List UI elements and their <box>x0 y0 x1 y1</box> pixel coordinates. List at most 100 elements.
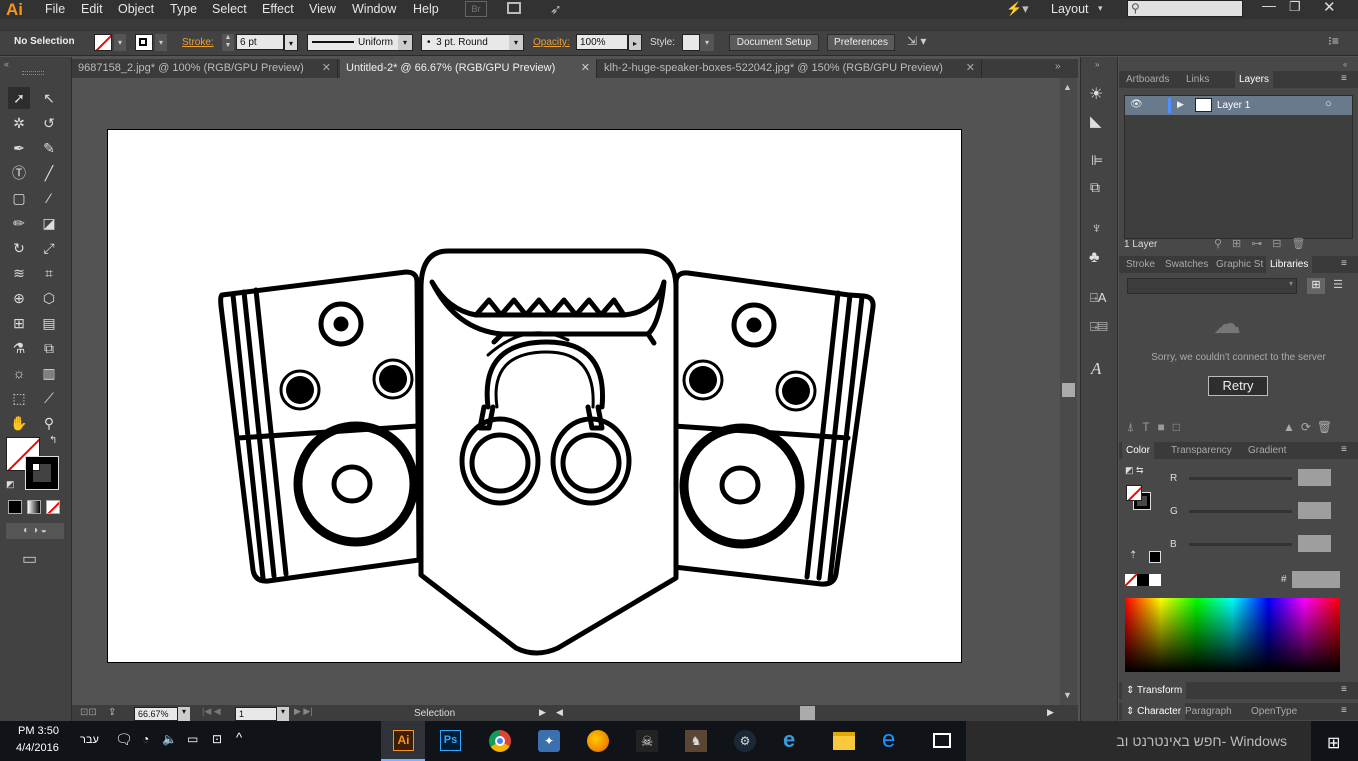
expand-triangle-icon[interactable]: ▶ <box>1177 99 1184 110</box>
bridge-button[interactable]: Br <box>465 1 487 17</box>
layer-row[interactable]: 👁 ▶ Layer 1 ○ <box>1125 96 1352 115</box>
zoom-field[interactable]: 66.67% <box>134 707 178 721</box>
horizontal-scroll-thumb[interactable] <box>800 706 815 720</box>
panel-menu-icon[interactable]: ≡ <box>1341 705 1347 716</box>
status-menu-icon[interactable]: ▶ <box>539 707 546 718</box>
control-panel-menu-icon[interactable]: ⁝≡ <box>1328 34 1339 48</box>
tab-transform[interactable]: ⇕ Transform <box>1122 682 1187 699</box>
tab-libraries[interactable]: Libraries <box>1266 256 1313 273</box>
paragraph-style-icon[interactable]: ⍈▤ <box>1090 319 1108 335</box>
game-skull-icon[interactable]: ☠ <box>636 730 658 752</box>
restore-icon[interactable]: ❐ <box>1289 0 1301 15</box>
screen-mode-icon[interactable]: ▭ <box>22 549 37 569</box>
tab-opentype[interactable]: OpenType <box>1247 703 1301 720</box>
default-colors-icon[interactable]: ◩ <box>6 479 15 490</box>
tab-links[interactable]: Links <box>1182 71 1213 88</box>
slice-tool-icon[interactable]: ⟋ <box>38 387 60 409</box>
tools-grip[interactable] <box>22 71 44 75</box>
stroke-weight-stepper[interactable]: ▲ ▼ <box>222 34 234 51</box>
align-icon[interactable]: ⊫ <box>1091 152 1103 169</box>
search-input[interactable]: ⚲ <box>1127 0 1243 17</box>
vertical-scrollbar[interactable]: ▲ ▼ <box>1060 78 1077 705</box>
chevron-down-icon[interactable]: ▾ <box>1098 3 1103 14</box>
grid-view-icon[interactable]: ⊞ <box>1307 278 1325 294</box>
collapse-icon[interactable]: « <box>4 59 9 69</box>
panel-menu-icon[interactable]: ≡ <box>1341 258 1347 269</box>
graphic-style-swatch[interactable] <box>682 34 700 51</box>
arrange-icon[interactable]: ⇲ ▾ <box>907 34 926 48</box>
chrome-icon[interactable] <box>489 730 511 752</box>
scale-tool-icon[interactable]: ⤢ <box>38 237 60 259</box>
game-character-icon[interactable]: ♞ <box>685 730 707 752</box>
none-swatch[interactable] <box>1125 574 1137 586</box>
tab-klh-speaker[interactable]: klh-2-huge-speaker-boxes-522042.jpg* @ 1… <box>598 59 982 78</box>
menu-help[interactable]: Help <box>413 2 439 16</box>
vertical-scroll-thumb[interactable] <box>1062 383 1075 397</box>
fill-dropdown[interactable]: ▾ <box>114 34 126 51</box>
artboard-dropdown[interactable]: ▾ <box>277 707 289 721</box>
steam-icon[interactable]: ⚙ <box>734 730 756 752</box>
edge-icon[interactable]: e <box>882 726 895 754</box>
opacity-label[interactable]: Opacity: <box>533 37 570 48</box>
tab-gradient[interactable]: Gradient <box>1244 442 1290 459</box>
close-icon[interactable]: ✕ <box>966 59 975 78</box>
fill-swatch[interactable] <box>94 34 112 51</box>
type-tool-icon[interactable]: Ⓣ <box>8 162 30 184</box>
clock-date[interactable]: 4/4/2016 <box>16 742 59 754</box>
opacity-dropdown[interactable]: ▸ <box>628 34 642 51</box>
mesh-tool-icon[interactable]: ⊞ <box>8 312 30 334</box>
b-slider[interactable] <box>1189 543 1292 546</box>
stroke-weight-dropdown[interactable]: ▾ <box>284 34 298 51</box>
firefox-icon[interactable] <box>587 730 609 752</box>
artboard-number-field[interactable]: 1 <box>235 707 277 721</box>
symbols-icon[interactable]: ♣ <box>1089 249 1100 267</box>
tray-expand-icon[interactable]: ^ <box>236 730 242 745</box>
minimize-icon[interactable]: — <box>1262 0 1276 13</box>
opacity-field[interactable]: 100% <box>576 34 628 50</box>
volume-icon[interactable]: 🔈 <box>162 732 177 746</box>
battery-icon[interactable]: ▭ <box>187 732 198 746</box>
library-sync-icons[interactable]: ▲⟳🗑 <box>1283 420 1338 434</box>
symbol-sprayer-tool-icon[interactable]: ☼ <box>8 362 30 384</box>
close-icon[interactable]: ✕ <box>581 59 590 78</box>
selection-tool-icon[interactable]: ➚ <box>8 87 30 109</box>
scroll-right-icon[interactable]: ▶ <box>1047 707 1054 718</box>
white-swatch[interactable] <box>1149 574 1161 586</box>
zoom-tool-icon[interactable]: ⚲ <box>38 412 60 434</box>
tab-9687158[interactable]: 9687158_2.jpg* @ 100% (RGB/GPU Preview) ✕ <box>72 59 338 78</box>
menu-select[interactable]: Select <box>212 2 247 16</box>
menu-file[interactable]: File <box>45 2 65 16</box>
r-value-field[interactable] <box>1298 469 1331 486</box>
tab-untitled-2[interactable]: Untitled-2* @ 66.67% (RGB/GPU Preview) ✕ <box>340 59 597 78</box>
preferences-button[interactable]: Preferences <box>827 34 895 51</box>
gradient-tool-icon[interactable]: ▤ <box>38 312 60 334</box>
task-view-icon[interactable] <box>933 733 951 748</box>
color-mode-icon[interactable] <box>8 500 22 514</box>
eraser-tool-icon[interactable]: ◪ <box>38 212 60 234</box>
app-icon-blue[interactable]: ✦ <box>538 730 560 752</box>
next-artboard-icon[interactable]: ▶ ▶| <box>294 706 313 717</box>
eyedropper-tool-icon[interactable]: ⚗ <box>8 337 30 359</box>
first-artboard-icon[interactable]: |◀ ◀ <box>202 706 221 717</box>
fill-color-box[interactable] <box>1126 485 1142 501</box>
wifi-icon[interactable]: ◔ <box>142 732 149 746</box>
g-slider[interactable] <box>1189 510 1292 513</box>
tab-artboards[interactable]: Artboards <box>1122 71 1173 88</box>
menu-window[interactable]: Window <box>352 2 396 16</box>
free-transform-tool-icon[interactable]: ⌗ <box>38 262 60 284</box>
default-colors-icon[interactable]: ◩ ⇆ <box>1125 465 1144 476</box>
collapse-icon[interactable]: » <box>1095 60 1099 69</box>
library-add-icons[interactable]: ⍋T■□ <box>1127 420 1188 435</box>
hand-tool-icon[interactable]: ✋ <box>8 412 30 434</box>
menu-object[interactable]: Object <box>118 2 154 16</box>
tab-stroke[interactable]: Stroke <box>1122 256 1159 273</box>
menu-effect[interactable]: Effect <box>262 2 294 16</box>
sync-icon[interactable]: ⚡▾ <box>1006 1 1029 17</box>
glyphs-icon[interactable]: A <box>1091 359 1101 379</box>
layer-actions-icons[interactable]: ⚲⊞⊶⊟🗑 <box>1214 237 1315 250</box>
visibility-eye-icon[interactable]: 👁 <box>1130 99 1143 110</box>
paintbrush-tool-icon[interactable]: ⁄ <box>38 187 60 209</box>
rotate-tool-icon[interactable]: ↻ <box>8 237 30 259</box>
stroke-dropdown[interactable]: ▾ <box>155 34 167 51</box>
tab-paragraph[interactable]: Paragraph <box>1181 703 1236 720</box>
